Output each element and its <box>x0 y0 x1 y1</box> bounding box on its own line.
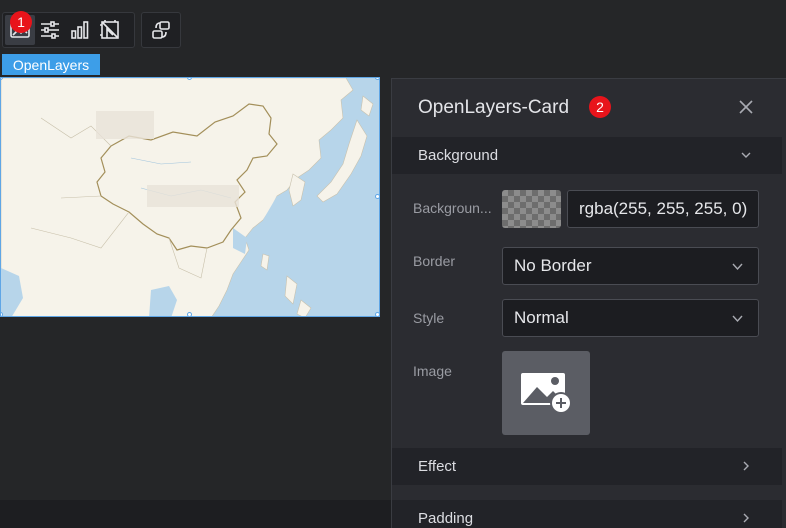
resize-handle[interactable] <box>187 312 192 316</box>
step-badge-1: 1 <box>10 11 32 33</box>
section-background-label: Background <box>418 147 499 164</box>
chevron-right-icon <box>743 513 749 523</box>
resize-handle[interactable] <box>375 194 379 199</box>
background-color-input[interactable]: rgba(255, 255, 255, 0) <box>567 190 759 228</box>
section-padding-label: Padding <box>418 510 474 527</box>
add-image-icon <box>521 373 572 414</box>
chevron-down-icon <box>732 263 743 271</box>
map-graphic <box>1 78 374 316</box>
panel-title: OpenLayers-Card <box>418 97 570 118</box>
border-select[interactable]: No Border <box>502 247 759 285</box>
section-effect-label: Effect <box>418 458 457 475</box>
image-label: Image <box>413 363 452 379</box>
sliders-icon <box>41 21 59 39</box>
style-label: Style <box>413 310 445 326</box>
crop-icon <box>100 20 119 39</box>
resize-handle[interactable] <box>1 312 3 316</box>
chevron-right-icon <box>743 461 749 471</box>
secondary-toolbar <box>141 12 181 48</box>
openlayers-map[interactable] <box>0 77 380 317</box>
close-icon[interactable] <box>738 99 754 115</box>
component-tag[interactable]: OpenLayers <box>2 54 100 75</box>
bar-chart-icon <box>71 21 89 39</box>
chart-tool-button[interactable] <box>65 15 95 45</box>
component-toolbar: 1 <box>2 11 135 48</box>
section-effect[interactable]: Effect <box>392 448 782 485</box>
border-label: Border <box>413 253 456 269</box>
step-badge-2: 2 <box>589 96 611 118</box>
section-padding[interactable]: Padding <box>392 500 782 528</box>
style-select[interactable]: Normal <box>502 299 759 337</box>
canvas-bottom-strip <box>0 500 392 528</box>
section-background[interactable]: Background <box>392 137 782 174</box>
background-label: Backgroun... <box>413 200 492 216</box>
image-upload-button[interactable] <box>502 351 590 435</box>
resize-handle[interactable] <box>375 78 379 80</box>
link-refresh-button[interactable] <box>146 15 176 45</box>
crop-tool-button[interactable] <box>95 15 125 45</box>
refresh-link-icon <box>152 21 170 39</box>
background-color-swatch[interactable] <box>502 190 561 228</box>
style-select-value: Normal <box>514 308 569 327</box>
properties-panel: OpenLayers-Card 2 Background Backgroun..… <box>391 78 786 528</box>
chevron-down-icon <box>741 152 751 158</box>
border-select-value: No Border <box>514 256 592 275</box>
resize-handle[interactable] <box>375 312 379 316</box>
chevron-down-icon <box>732 315 743 323</box>
sliders-tool-button[interactable] <box>35 15 65 45</box>
